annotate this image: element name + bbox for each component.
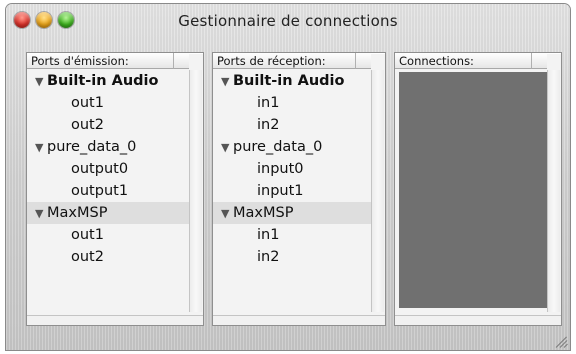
window-title: Gestionnaire de connections: [178, 12, 398, 30]
reception-ports-panel: Ports de réception: ▼ Built-in Audio in1 …: [212, 52, 386, 326]
connections-vertical-scrollbar[interactable]: [547, 70, 560, 312]
connections-horizontal-scrollbar[interactable]: [395, 315, 561, 325]
reception-port-item[interactable]: input0: [213, 158, 371, 180]
emission-port-item[interactable]: out2: [27, 114, 189, 136]
emission-port-item[interactable]: out1: [27, 224, 189, 246]
emission-column-header[interactable]: Ports d'émission:: [27, 53, 173, 69]
connections-column-header[interactable]: Connections:: [395, 53, 531, 69]
reception-group-built-in-audio[interactable]: ▼ Built-in Audio: [213, 70, 371, 92]
reception-port-list[interactable]: ▼ Built-in Audio in1 in2 ▼ pure_data_0 inp…: [213, 70, 371, 268]
reception-port-item[interactable]: in2: [213, 114, 371, 136]
emission-ports-panel: Ports d'émission: ▼ Built-in Audio out1 o…: [26, 52, 204, 326]
reception-horizontal-scrollbar[interactable]: [213, 315, 385, 325]
emission-group-pure-data-0[interactable]: ▼ pure_data_0: [27, 136, 189, 158]
disclosure-triangle-down-icon[interactable]: ▼: [35, 203, 47, 225]
emission-horizontal-scrollbar[interactable]: [27, 315, 203, 325]
group-label: pure_data_0: [233, 139, 323, 155]
reception-port-item[interactable]: in2: [213, 246, 371, 268]
disclosure-triangle-down-icon[interactable]: ▼: [221, 71, 233, 93]
reception-port-item[interactable]: in1: [213, 224, 371, 246]
group-label: MaxMSP: [47, 205, 108, 221]
disclosure-triangle-down-icon[interactable]: ▼: [221, 137, 233, 159]
connection-manager-window: Gestionnaire de connections Ports d'émis…: [6, 4, 570, 350]
reception-column-header[interactable]: Ports de réception:: [213, 53, 355, 69]
emission-group-built-in-audio[interactable]: ▼ Built-in Audio: [27, 70, 189, 92]
emission-port-item[interactable]: output0: [27, 158, 189, 180]
disclosure-triangle-down-icon[interactable]: ▼: [35, 137, 47, 159]
reception-port-item[interactable]: in1: [213, 92, 371, 114]
reception-group-pure-data-0[interactable]: ▼ pure_data_0: [213, 136, 371, 158]
connections-view[interactable]: [399, 72, 547, 308]
disclosure-triangle-down-icon[interactable]: ▼: [35, 71, 47, 93]
group-label: Built-in Audio: [47, 73, 159, 89]
emission-vertical-scrollbar[interactable]: [189, 70, 202, 312]
reception-port-item[interactable]: input1: [213, 180, 371, 202]
group-label: Built-in Audio: [233, 73, 345, 89]
emission-port-item[interactable]: out2: [27, 246, 189, 268]
reception-vertical-scrollbar[interactable]: [371, 70, 384, 312]
emission-header-spacer: [173, 53, 189, 69]
emission-port-list[interactable]: ▼ Built-in Audio out1 out2 ▼ pure_data_0 o…: [27, 70, 189, 268]
resize-grip-icon[interactable]: [555, 336, 568, 348]
connections-panel: Connections:: [394, 52, 562, 326]
group-label: MaxMSP: [233, 205, 294, 221]
emission-group-maxmsp[interactable]: ▼ MaxMSP: [27, 202, 189, 224]
group-label: pure_data_0: [47, 139, 137, 155]
disclosure-triangle-down-icon[interactable]: ▼: [221, 203, 233, 225]
reception-header-spacer: [355, 53, 371, 69]
connections-header-spacer: [531, 53, 547, 69]
emission-port-item[interactable]: output1: [27, 180, 189, 202]
reception-group-maxmsp[interactable]: ▼ MaxMSP: [213, 202, 371, 224]
title-bar[interactable]: Gestionnaire de connections: [6, 4, 570, 36]
emission-port-item[interactable]: out1: [27, 92, 189, 114]
